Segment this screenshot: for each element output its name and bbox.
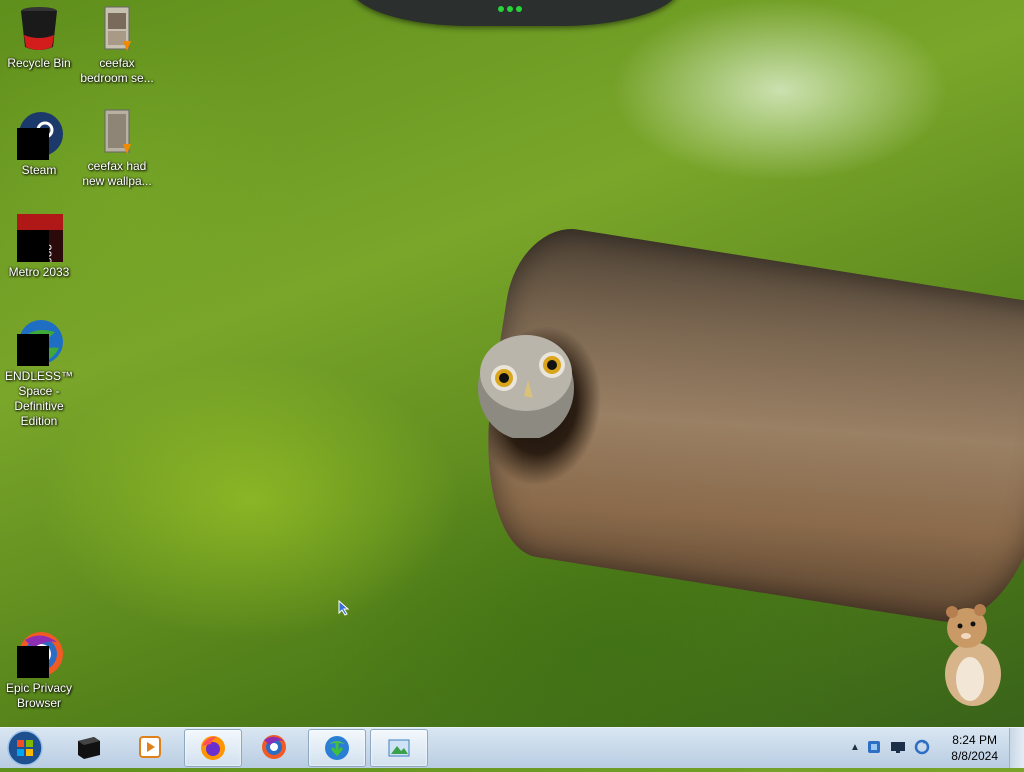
taskbar: ▲ 8:24 PM 8/8/2024 (0, 727, 1024, 768)
desktop-icon-recycle-bin[interactable]: Recycle Bin (0, 5, 78, 71)
taskbar-button-firefox[interactable] (184, 729, 242, 767)
wallpaper-hamster (945, 604, 1001, 706)
wallpaper-owl (478, 335, 574, 438)
sync-icon[interactable] (914, 739, 930, 755)
system-tray: ▲ 8:24 PM 8/8/2024 (834, 728, 1024, 768)
firefox-icon (201, 736, 225, 760)
recycle-bin-icon (15, 5, 63, 53)
taskbar-button-download-manager[interactable] (308, 729, 366, 767)
taskbar-button-epic-browser[interactable] (246, 729, 302, 765)
black-box-icon (78, 737, 100, 759)
metro-2033-icon: 2033 (15, 214, 63, 271)
taskbar-button-image-app[interactable] (370, 729, 428, 767)
mouse-cursor-icon (338, 600, 350, 616)
taskbar-button-media-player[interactable] (122, 729, 178, 765)
dock-indicator (507, 6, 513, 12)
steam-icon (15, 112, 63, 160)
desktop-icon-label: Recycle Bin (7, 56, 71, 70)
video-file-icon (93, 108, 141, 156)
desktop-icon-endless-space[interactable]: ENDLESS™ Space - Definitive Edition (0, 318, 78, 429)
desktop-icon-label: ENDLESS™ Space - Definitive Edition (4, 369, 74, 428)
clock-date: 8/8/2024 (951, 749, 998, 763)
epic-browser-icon (15, 630, 63, 678)
desktop-icon-label: Epic Privacy Browser (5, 681, 73, 710)
taskbar-button-black-app[interactable] (60, 729, 116, 765)
clock-time: 8:24 PM (952, 733, 997, 747)
monitor-icon[interactable] (890, 739, 906, 755)
desktop-icon-label: Steam (21, 163, 57, 177)
start-button[interactable] (5, 729, 45, 767)
desktop-icon-metro-2033[interactable]: 2033 Metro 2033 (0, 214, 78, 280)
epic-browser-icon (262, 735, 286, 759)
video-file-icon (93, 5, 141, 53)
chevron-up-icon[interactable]: ▲ (850, 742, 860, 753)
show-desktop-button[interactable] (1009, 728, 1024, 768)
desktop-icon-label: ceefax had new wallpa... (82, 159, 152, 188)
desktop-icon-ceefax-wallpaper[interactable]: ceefax had new wallpa... (78, 108, 156, 189)
endless-space-icon (15, 318, 63, 366)
desktop-icon-ceefax-bedroom[interactable]: ceefax bedroom se... (78, 5, 156, 86)
dock-indicator (516, 6, 522, 12)
desktop-icon-epic-browser[interactable]: Epic Privacy Browser (0, 630, 78, 711)
start-orb-icon (7, 730, 43, 766)
download-manager-icon (325, 736, 349, 760)
image-app-icon (388, 739, 410, 757)
desktop-icon-label: ceefax bedroom se... (80, 56, 154, 85)
desktop-icon-label: Metro 2033 (8, 265, 70, 279)
taskbar-clock[interactable]: 8:24 PM 8/8/2024 (951, 732, 998, 764)
dock-indicator (498, 6, 504, 12)
top-dock-widget[interactable] (350, 0, 680, 26)
desktop-icon-steam[interactable]: Steam (0, 112, 78, 178)
media-player-icon (139, 736, 161, 758)
network-icon[interactable] (866, 739, 882, 755)
